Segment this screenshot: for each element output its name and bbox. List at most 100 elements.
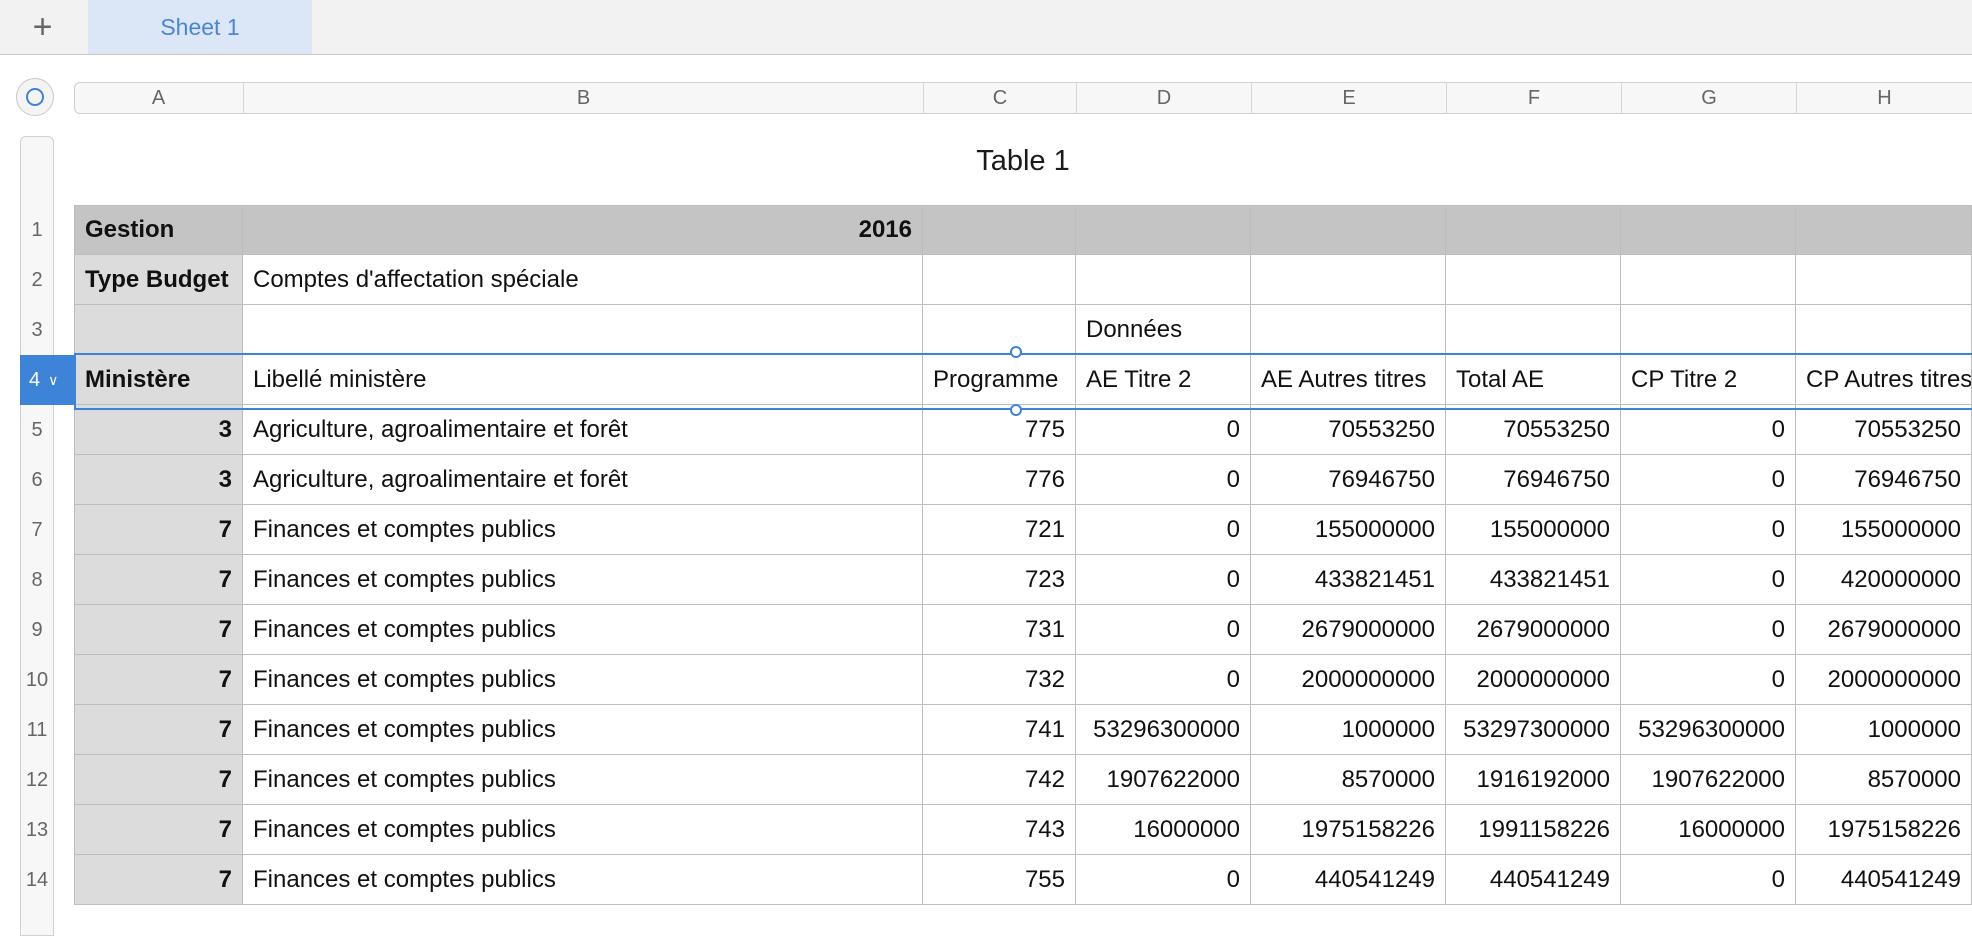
cell-f2[interactable] xyxy=(1446,255,1621,305)
column-header-g[interactable]: G xyxy=(1621,82,1796,114)
cell-g11[interactable]: 53296300000 xyxy=(1621,705,1796,755)
cell-b12[interactable]: Finances et comptes publics xyxy=(243,755,923,805)
row-header-7[interactable]: 7 xyxy=(20,505,54,555)
column-header-f[interactable]: F xyxy=(1446,82,1621,114)
column-header-d[interactable]: D xyxy=(1076,82,1251,114)
cell-f7[interactable]: 155000000 xyxy=(1446,505,1621,555)
cell-b7[interactable]: Finances et comptes publics xyxy=(243,505,923,555)
cell-c10[interactable]: 732 xyxy=(923,655,1076,705)
cell-b8[interactable]: Finances et comptes publics xyxy=(243,555,923,605)
cell-d3[interactable]: Données xyxy=(1076,305,1251,355)
row-header-5[interactable]: 5 xyxy=(20,405,54,455)
cell-d12[interactable]: 1907622000 xyxy=(1076,755,1251,805)
cell-a12[interactable]: 7 xyxy=(74,755,243,805)
cell-g12[interactable]: 1907622000 xyxy=(1621,755,1796,805)
cell-f3[interactable] xyxy=(1446,305,1621,355)
row-header-4[interactable]: 4 ∨ xyxy=(20,355,74,405)
cell-h5[interactable]: 70553250 xyxy=(1796,405,1972,455)
cell-h2[interactable] xyxy=(1796,255,1972,305)
cell-f6[interactable]: 76946750 xyxy=(1446,455,1621,505)
row-header-10[interactable]: 10 xyxy=(20,655,54,705)
cell-f11[interactable]: 53297300000 xyxy=(1446,705,1621,755)
cell-a3[interactable] xyxy=(74,305,243,355)
cell-d8[interactable]: 0 xyxy=(1076,555,1251,605)
cell-b11[interactable]: Finances et comptes publics xyxy=(243,705,923,755)
cell-h11[interactable]: 1000000 xyxy=(1796,705,1972,755)
cell-e2[interactable] xyxy=(1251,255,1446,305)
cell-d7[interactable]: 0 xyxy=(1076,505,1251,555)
cell-d4[interactable]: AE Titre 2 xyxy=(1076,355,1251,405)
cell-d5[interactable]: 0 xyxy=(1076,405,1251,455)
column-header-h[interactable]: H xyxy=(1796,82,1972,114)
cell-a14[interactable]: 7 xyxy=(74,855,243,905)
column-header-c[interactable]: C xyxy=(923,82,1076,114)
cell-b2[interactable]: Comptes d'affectation spéciale xyxy=(243,255,923,305)
cell-b4[interactable]: Libellé ministère xyxy=(243,355,923,405)
cell-a10[interactable]: 7 xyxy=(74,655,243,705)
cell-e13[interactable]: 1975158226 xyxy=(1251,805,1446,855)
cell-d14[interactable]: 0 xyxy=(1076,855,1251,905)
cell-c13[interactable]: 743 xyxy=(923,805,1076,855)
cell-g5[interactable]: 0 xyxy=(1621,405,1796,455)
cell-a7[interactable]: 7 xyxy=(74,505,243,555)
cell-c2[interactable] xyxy=(923,255,1076,305)
cell-a6[interactable]: 3 xyxy=(74,455,243,505)
cell-h3[interactable] xyxy=(1796,305,1972,355)
cell-b9[interactable]: Finances et comptes publics xyxy=(243,605,923,655)
row-header-1[interactable]: 1 xyxy=(20,205,54,255)
cell-a11[interactable]: 7 xyxy=(74,705,243,755)
cell-e3[interactable] xyxy=(1251,305,1446,355)
select-all-button[interactable] xyxy=(16,78,54,116)
cell-b6[interactable]: Agriculture, agroalimentaire et forêt xyxy=(243,455,923,505)
cell-a4[interactable]: Ministère xyxy=(74,355,243,405)
cell-c9[interactable]: 731 xyxy=(923,605,1076,655)
cell-g10[interactable]: 0 xyxy=(1621,655,1796,705)
cell-g3[interactable] xyxy=(1621,305,1796,355)
cell-h12[interactable]: 8570000 xyxy=(1796,755,1972,805)
cell-c12[interactable]: 742 xyxy=(923,755,1076,805)
cell-c3[interactable] xyxy=(923,305,1076,355)
cell-f14[interactable]: 440541249 xyxy=(1446,855,1621,905)
row-header-9[interactable]: 9 xyxy=(20,605,54,655)
selection-handle-top[interactable] xyxy=(1010,346,1022,358)
cell-g1[interactable] xyxy=(1621,205,1796,255)
row-header-14[interactable]: 14 xyxy=(20,855,54,905)
cell-f5[interactable]: 70553250 xyxy=(1446,405,1621,455)
cell-e10[interactable]: 2000000000 xyxy=(1251,655,1446,705)
cell-h6[interactable]: 76946750 xyxy=(1796,455,1972,505)
cell-b5[interactable]: Agriculture, agroalimentaire et forêt xyxy=(243,405,923,455)
row-header-8[interactable]: 8 xyxy=(20,555,54,605)
cell-f4[interactable]: Total AE xyxy=(1446,355,1621,405)
cell-e11[interactable]: 1000000 xyxy=(1251,705,1446,755)
cell-b10[interactable]: Finances et comptes publics xyxy=(243,655,923,705)
cell-c11[interactable]: 741 xyxy=(923,705,1076,755)
cell-h10[interactable]: 2000000000 xyxy=(1796,655,1972,705)
cell-e12[interactable]: 8570000 xyxy=(1251,755,1446,805)
cell-c4[interactable]: Programme xyxy=(923,355,1076,405)
add-sheet-button[interactable]: + xyxy=(0,0,85,54)
cell-h8[interactable]: 420000000 xyxy=(1796,555,1972,605)
cell-h1[interactable] xyxy=(1796,205,1972,255)
cell-b3[interactable] xyxy=(243,305,923,355)
row-header-3[interactable]: 3 xyxy=(20,305,54,355)
tab-sheet-1[interactable]: Sheet 1 xyxy=(88,0,312,54)
cell-f9[interactable]: 2679000000 xyxy=(1446,605,1621,655)
cell-e4[interactable]: AE Autres titres xyxy=(1251,355,1446,405)
cell-a5[interactable]: 3 xyxy=(74,405,243,455)
cell-h4[interactable]: CP Autres titres xyxy=(1796,355,1972,405)
cell-f13[interactable]: 1991158226 xyxy=(1446,805,1621,855)
cell-g2[interactable] xyxy=(1621,255,1796,305)
cell-c7[interactable]: 721 xyxy=(923,505,1076,555)
cell-d11[interactable]: 53296300000 xyxy=(1076,705,1251,755)
cell-c14[interactable]: 755 xyxy=(923,855,1076,905)
cell-e6[interactable]: 76946750 xyxy=(1251,455,1446,505)
cell-e8[interactable]: 433821451 xyxy=(1251,555,1446,605)
cell-g14[interactable]: 0 xyxy=(1621,855,1796,905)
cell-e5[interactable]: 70553250 xyxy=(1251,405,1446,455)
cell-f1[interactable] xyxy=(1446,205,1621,255)
cell-f10[interactable]: 2000000000 xyxy=(1446,655,1621,705)
cell-b14[interactable]: Finances et comptes publics xyxy=(243,855,923,905)
cell-a8[interactable]: 7 xyxy=(74,555,243,605)
cell-f12[interactable]: 1916192000 xyxy=(1446,755,1621,805)
cell-a1[interactable]: Gestion xyxy=(74,205,243,255)
